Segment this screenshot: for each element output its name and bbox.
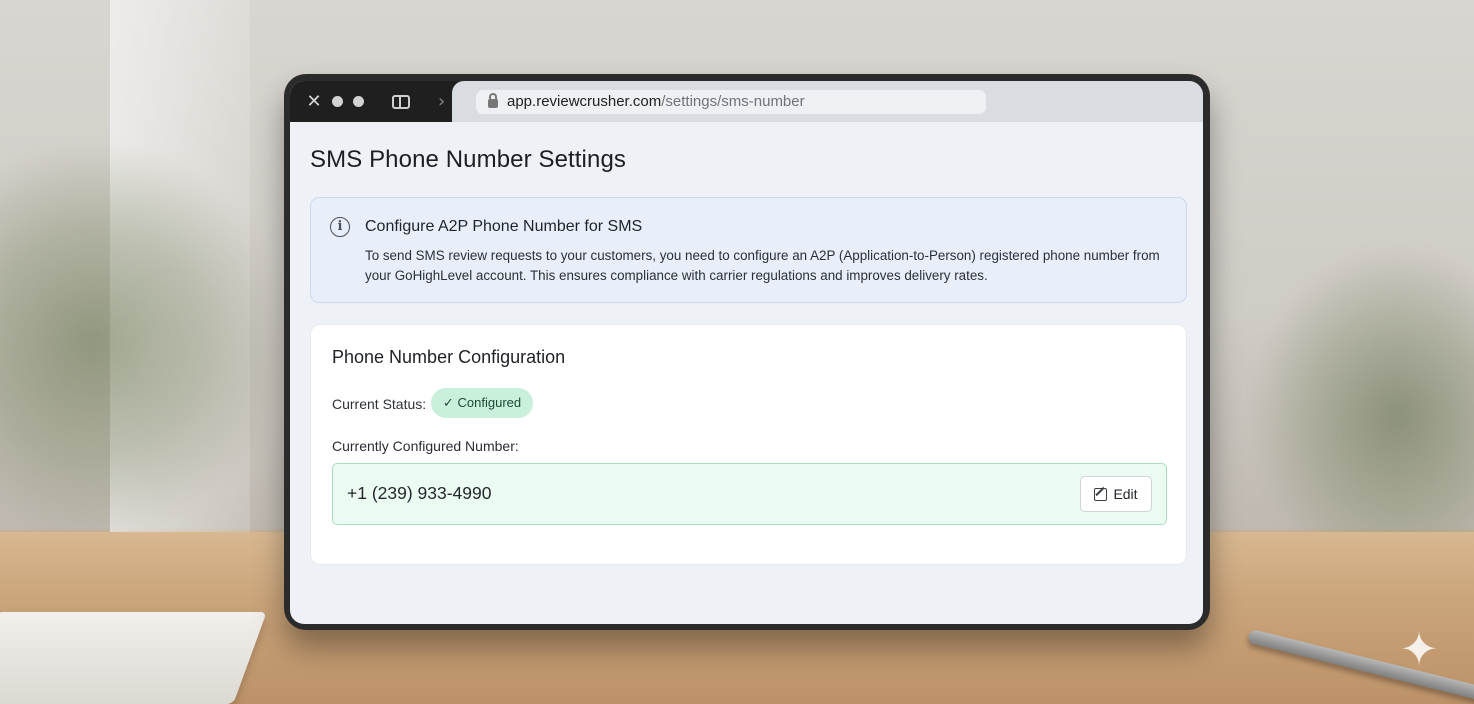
lock-icon [488, 93, 498, 108]
edit-button[interactable]: Edit [1080, 476, 1152, 512]
page-content: SMS Phone Number Settings i Configure A2… [290, 122, 1203, 624]
info-callout: i Configure A2P Phone Number for SMS To … [310, 197, 1187, 303]
edit-icon [1094, 487, 1108, 501]
status-label: Current Status: [332, 396, 427, 412]
url-path: /settings/sms-number [661, 93, 805, 110]
browser-screen: ✕ › app.reviewcrusher.com/settings/sms-n… [290, 81, 1203, 624]
address-bar[interactable]: app.reviewcrusher.com/settings/sms-numbe… [476, 89, 986, 114]
phone-number-value: +1 (239) 933-4990 [347, 483, 492, 503]
minimize-dot-icon[interactable] [332, 96, 343, 107]
info-text: To send SMS review requests to your cust… [365, 248, 1160, 283]
notebook [0, 612, 267, 704]
chevron-right-icon[interactable]: › [438, 91, 445, 112]
window-controls: ✕ › [290, 81, 452, 122]
url-host: app.reviewcrusher.com [507, 93, 662, 110]
address-area: app.reviewcrusher.com/settings/sms-numbe… [452, 81, 1203, 122]
configured-number-box: +1 (239) 933-4990 Edit [332, 463, 1167, 525]
info-title: Configure A2P Phone Number for SMS [365, 218, 643, 235]
number-label: Currently Configured Number: [332, 438, 519, 454]
status-badge: ✓ Configured [431, 388, 534, 418]
sparkle-icon: ✦ [1399, 622, 1439, 676]
info-icon: i [330, 217, 350, 237]
phone-config-card: Phone Number Configuration Current Statu… [310, 324, 1187, 565]
close-icon[interactable]: ✕ [306, 92, 322, 111]
edit-button-label: Edit [1113, 486, 1138, 502]
maximize-dot-icon[interactable] [353, 96, 364, 107]
background-plant-left [0, 140, 290, 540]
background-plant-right [1254, 250, 1474, 550]
browser-chrome: ✕ › app.reviewcrusher.com/settings/sms-n… [290, 81, 1203, 122]
url-text: app.reviewcrusher.com/settings/sms-numbe… [507, 93, 805, 110]
tablet-device: ✕ › app.reviewcrusher.com/settings/sms-n… [284, 74, 1210, 630]
page-title: SMS Phone Number Settings [310, 146, 626, 173]
card-title: Phone Number Configuration [332, 347, 566, 367]
sidebar-toggle-icon[interactable] [392, 94, 410, 109]
